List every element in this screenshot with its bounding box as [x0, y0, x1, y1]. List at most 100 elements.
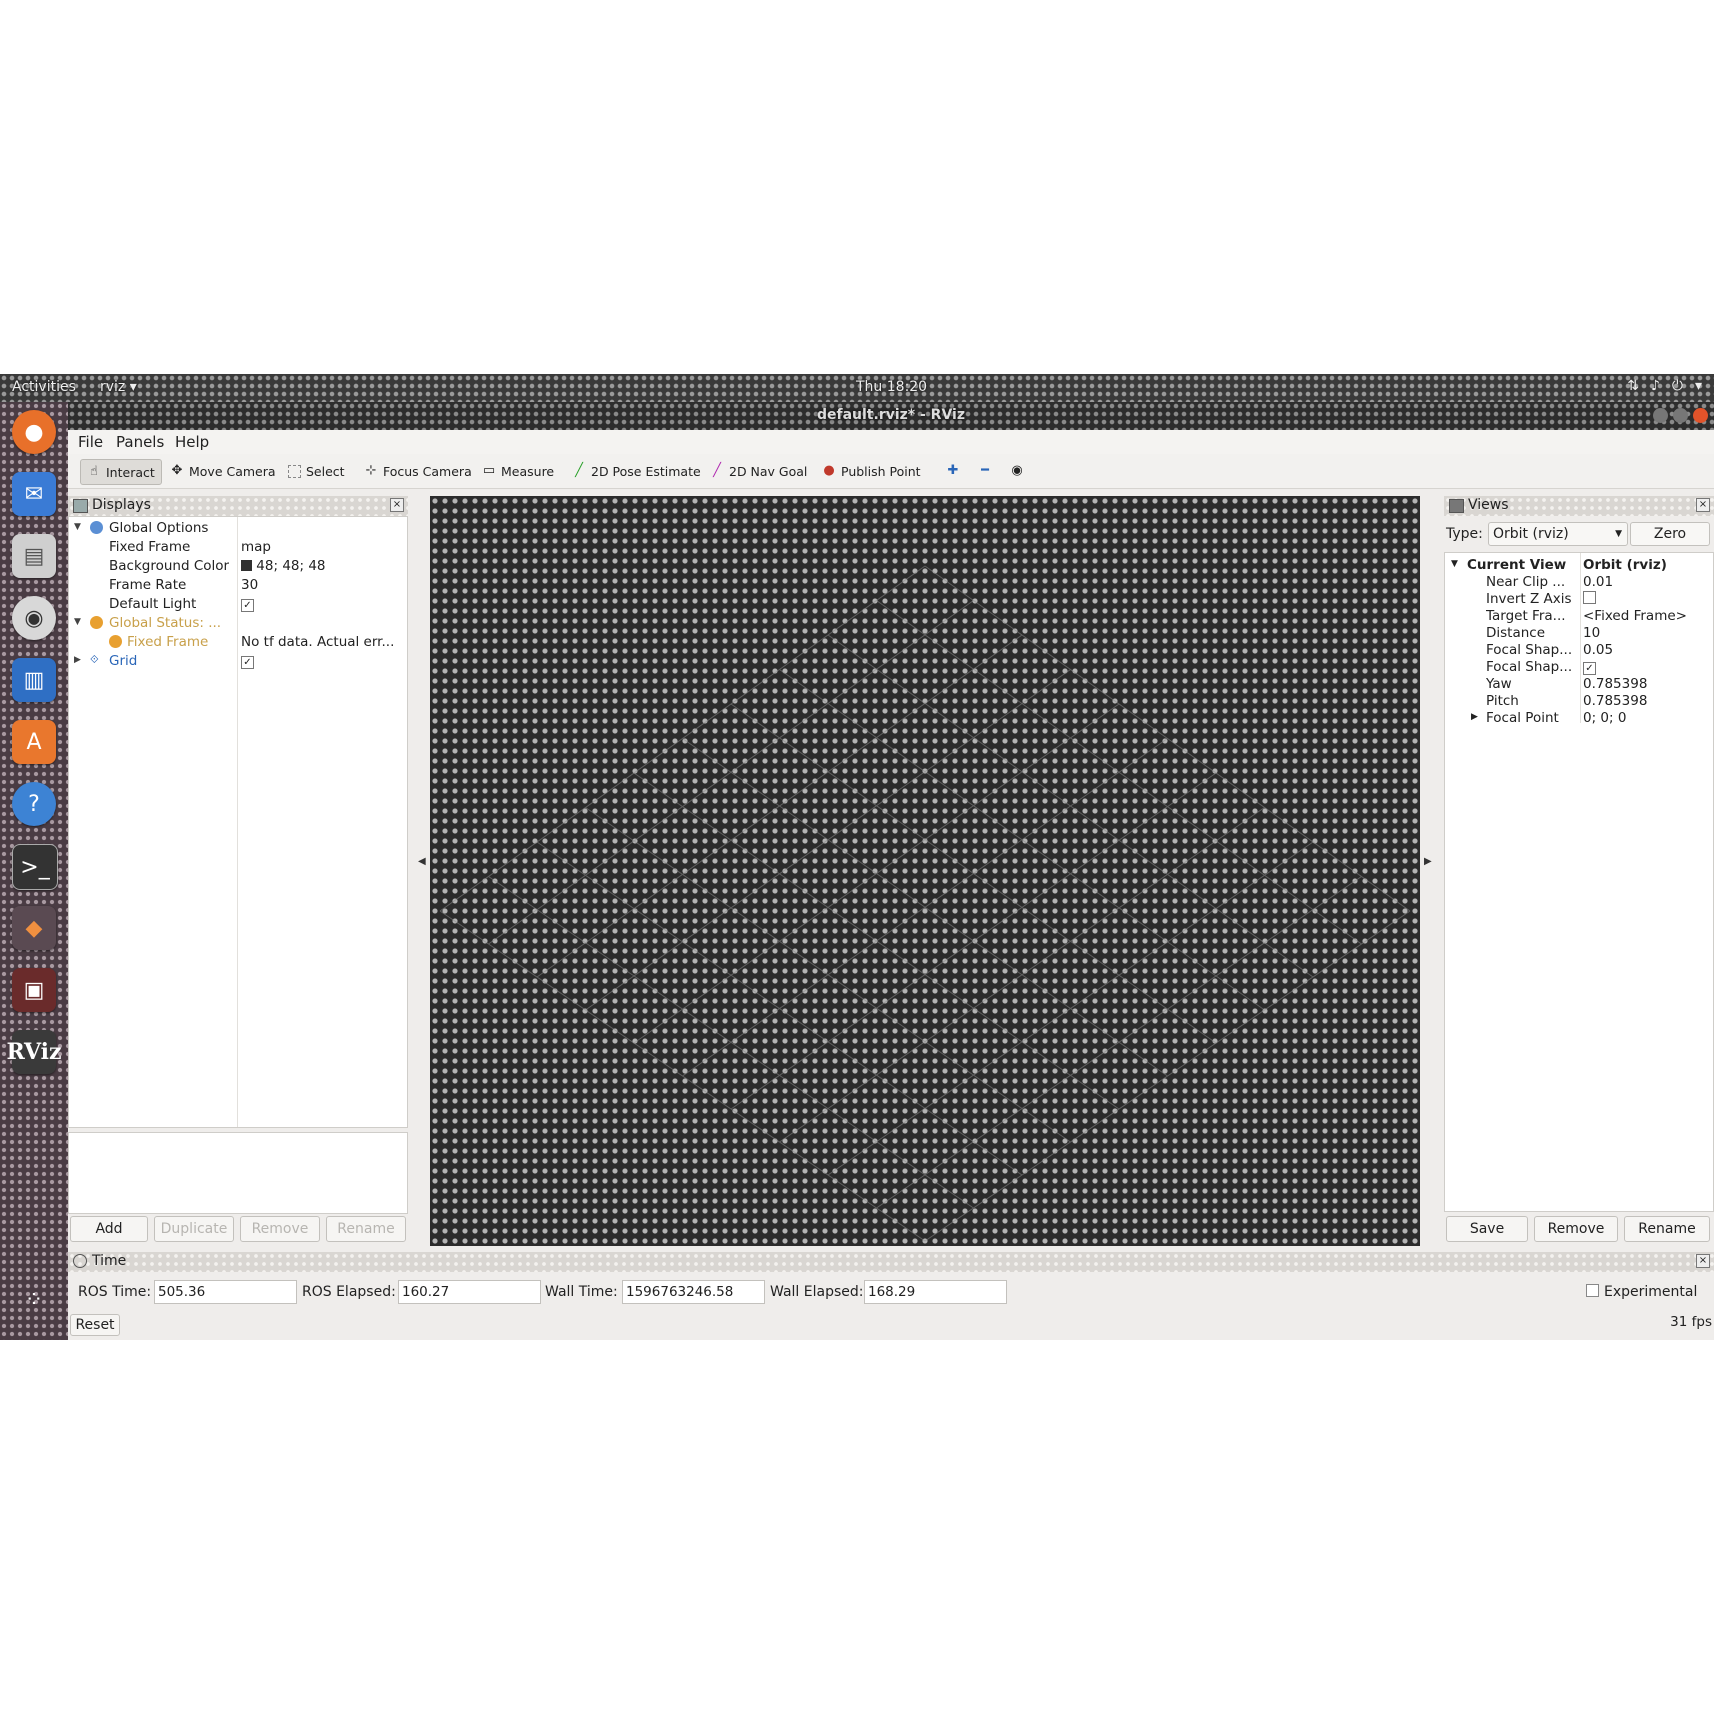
ros-elapsed-field[interactable]: 160.27 — [398, 1280, 541, 1304]
mail-icon[interactable]: ✉ — [12, 472, 56, 516]
close-icon[interactable]: × — [390, 498, 404, 512]
focal-shape-fixed-checkbox[interactable]: ✓ — [1583, 662, 1596, 675]
tree-row-global-status[interactable]: ▼ Global Status: ... — [69, 614, 407, 633]
rename-view-button[interactable]: Rename — [1624, 1216, 1710, 1242]
view-prop-row[interactable]: Yaw 0.785398 — [1445, 676, 1713, 693]
remove-tool-button[interactable]: ━ — [972, 459, 998, 483]
interact-tool[interactable]: ☝ Interact — [80, 459, 162, 485]
view-prop-row[interactable]: Pitch 0.785398 — [1445, 693, 1713, 710]
view-prop-row[interactable]: ▶ Focal Point 0; 0; 0 — [1445, 710, 1713, 727]
remove-display-button[interactable]: Remove — [240, 1216, 320, 1242]
tree-row-status-fixed-frame[interactable]: Fixed Frame No tf data. Actual err... — [69, 633, 407, 652]
help-icon[interactable]: ? — [12, 782, 56, 826]
tool-properties-button[interactable]: ◉ — [1004, 459, 1030, 483]
app-menu[interactable]: rviz ▾ — [100, 379, 137, 395]
menu-panels[interactable]: Panels — [116, 433, 164, 451]
menu-file[interactable]: File — [78, 433, 103, 451]
render-view[interactable] — [430, 496, 1420, 1246]
fixed-frame-value[interactable]: map — [241, 539, 403, 555]
rviz-icon[interactable]: RViz — [6, 1030, 62, 1074]
expand-arrow-icon[interactable]: ▼ — [1451, 559, 1458, 569]
files-icon[interactable]: ▤ — [12, 534, 56, 578]
displays-tree[interactable]: ▼ Global Options Fixed Frame map Backgro… — [68, 516, 408, 1128]
app-grid-icon[interactable]: ⁘ — [12, 1278, 56, 1322]
view-prop-row[interactable]: Focal Shap... 0.05 — [1445, 642, 1713, 659]
add-tool-button[interactable]: ✚ — [940, 459, 966, 483]
views-panel-header[interactable]: Views × — [1444, 496, 1714, 516]
screenshot-icon[interactable]: ▣ — [12, 968, 56, 1012]
rename-display-button[interactable]: Rename — [326, 1216, 406, 1242]
focal-point-value[interactable]: 0; 0; 0 — [1583, 710, 1626, 726]
tree-row-default-light[interactable]: Default Light ✓ — [69, 595, 407, 614]
view-prop-row[interactable]: Target Fra... <Fixed Frame> — [1445, 608, 1713, 625]
minimize-icon[interactable] — [1653, 408, 1668, 423]
expand-arrow-icon[interactable]: ▼ — [74, 617, 84, 627]
duplicate-display-button[interactable]: Duplicate — [154, 1216, 234, 1242]
collapse-left-arrow-icon[interactable]: ◀ — [418, 856, 426, 867]
distance-value[interactable]: 10 — [1583, 625, 1600, 641]
audio-player-icon[interactable]: ◉ — [12, 596, 56, 640]
yaw-value[interactable]: 0.785398 — [1583, 676, 1647, 692]
pose-estimate-tool[interactable]: ╱ 2D Pose Estimate — [566, 459, 707, 483]
view-prop-row[interactable]: Focal Shap... ✓ — [1445, 659, 1713, 676]
select-tool[interactable]: Select — [282, 459, 351, 483]
target-frame-label: Target Fra... — [1486, 608, 1566, 624]
collapse-arrow-icon[interactable]: ▶ — [74, 655, 84, 665]
collapse-right-arrow-icon[interactable]: ▶ — [1424, 856, 1432, 867]
current-view-row[interactable]: ▼ Current View Orbit (rviz) — [1445, 557, 1713, 574]
measure-tool[interactable]: ▭ Measure — [476, 459, 560, 483]
tree-row-background-color[interactable]: Background Color 48; 48; 48 — [69, 557, 407, 576]
save-view-button[interactable]: Save — [1446, 1216, 1528, 1242]
writer-icon[interactable]: ▥ — [12, 658, 56, 702]
collapse-arrow-icon[interactable]: ▶ — [1471, 712, 1478, 722]
window-titlebar[interactable]: default.rviz* - RViz — [68, 402, 1714, 430]
close-icon[interactable]: × — [1696, 498, 1710, 512]
display-description-area — [68, 1132, 408, 1214]
expand-arrow-icon[interactable]: ▼ — [74, 522, 84, 532]
view-prop-row[interactable]: Near Clip ... 0.01 — [1445, 574, 1713, 591]
frame-rate-value[interactable]: 30 — [241, 577, 403, 593]
grid-checkbox[interactable]: ✓ — [241, 656, 254, 669]
terminal-icon[interactable]: >_ — [12, 844, 58, 890]
near-clip-value[interactable]: 0.01 — [1583, 574, 1613, 590]
view-type-select[interactable]: Orbit (rviz) ▼ — [1488, 522, 1628, 546]
background-color-value[interactable]: 48; 48; 48 — [241, 558, 403, 574]
close-icon[interactable]: × — [1696, 1254, 1710, 1268]
tree-row-grid[interactable]: ▶ ⟐ Grid ✓ — [69, 652, 407, 671]
wall-elapsed-field[interactable]: 168.29 — [864, 1280, 1007, 1304]
remove-view-button[interactable]: Remove — [1534, 1216, 1618, 1242]
experimental-checkbox[interactable] — [1586, 1284, 1599, 1297]
maximize-icon[interactable] — [1673, 408, 1688, 423]
clock-icon — [73, 1254, 87, 1268]
tree-row-global-options[interactable]: ▼ Global Options — [69, 519, 407, 538]
firefox-icon[interactable]: ● — [12, 410, 56, 454]
focal-shape-size-value[interactable]: 0.05 — [1583, 642, 1613, 658]
tree-row-fixed-frame[interactable]: Fixed Frame map — [69, 538, 407, 557]
wall-time-field[interactable]: 1596763246.58 — [622, 1280, 765, 1304]
invert-z-checkbox[interactable] — [1583, 591, 1596, 604]
view-prop-row[interactable]: Invert Z Axis — [1445, 591, 1713, 608]
ros-time-field[interactable]: 505.36 — [154, 1280, 297, 1304]
time-panel-header[interactable]: Time × — [68, 1252, 1714, 1272]
add-display-button[interactable]: Add — [70, 1216, 148, 1242]
publish-point-tool[interactable]: ● Publish Point — [816, 459, 927, 483]
target-frame-value[interactable]: <Fixed Frame> — [1583, 608, 1687, 624]
view-prop-row[interactable]: Distance 10 — [1445, 625, 1713, 642]
software-center-icon[interactable]: A — [12, 720, 56, 764]
default-light-checkbox[interactable]: ✓ — [241, 599, 254, 612]
activities-button[interactable]: Activities — [12, 379, 76, 395]
move-camera-tool[interactable]: ✥ Move Camera — [164, 459, 282, 483]
displays-panel-header[interactable]: Displays × — [68, 496, 408, 516]
nav-goal-tool[interactable]: ╱ 2D Nav Goal — [704, 459, 813, 483]
reset-button[interactable]: Reset — [70, 1314, 120, 1336]
views-tree[interactable]: ▼ Current View Orbit (rviz) Near Clip ..… — [1444, 552, 1714, 1212]
layers-icon[interactable]: ◆ — [12, 906, 56, 950]
tree-row-frame-rate[interactable]: Frame Rate 30 — [69, 576, 407, 595]
pitch-value[interactable]: 0.785398 — [1583, 693, 1647, 709]
menu-help[interactable]: Help — [175, 433, 209, 451]
zero-button[interactable]: Zero — [1630, 522, 1710, 546]
clock[interactable]: Thu 18:20 — [856, 379, 927, 395]
close-icon[interactable] — [1693, 408, 1708, 423]
system-tray[interactable]: ⇅ ♪ ⏻ ▾ — [1627, 378, 1702, 394]
focus-camera-tool[interactable]: ⊹ Focus Camera — [358, 459, 478, 483]
